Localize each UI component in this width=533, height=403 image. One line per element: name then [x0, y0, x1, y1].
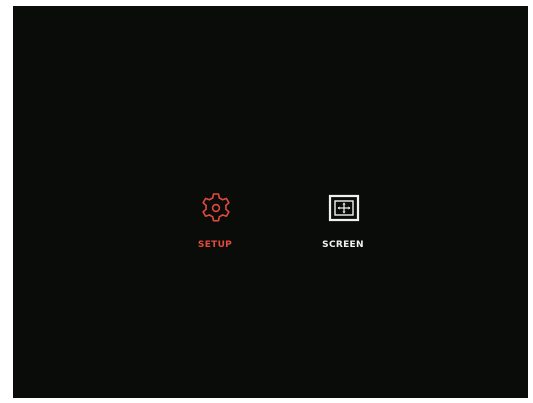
monitor-frame: SETUP SCREEN	[0, 0, 533, 403]
menu-item-setup[interactable]: SETUP	[175, 191, 255, 263]
menu-item-screen[interactable]: SCREEN	[303, 191, 383, 263]
osd-screen: SETUP SCREEN	[13, 6, 528, 398]
gear-icon	[199, 191, 233, 225]
setup-label: SETUP	[197, 240, 233, 250]
screen-label: SCREEN	[322, 240, 364, 250]
screen-icon	[327, 191, 361, 225]
